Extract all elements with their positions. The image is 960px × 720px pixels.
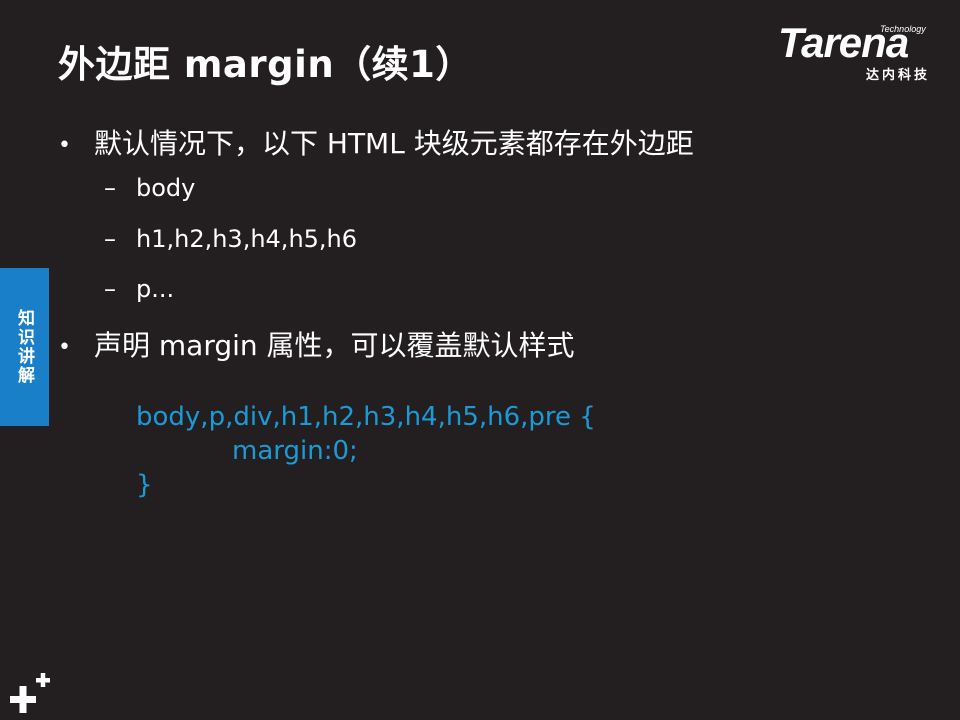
dash-icon: –	[104, 174, 116, 202]
side-tab: 知识讲解	[0, 268, 49, 426]
bullet-item: • 声明 margin 属性，可以覆盖默认样式	[58, 324, 575, 364]
tarena-logo: Technology Tarena 达内科技	[778, 18, 948, 86]
code-block: body,p,div,h1,h2,h3,h4,h5,h6,pre { margin…	[136, 400, 596, 502]
code-line: }	[136, 470, 153, 500]
code-line: body,p,div,h1,h2,h3,h4,h5,h6,pre {	[136, 402, 596, 432]
dash-icon: –	[104, 275, 116, 303]
sub-item: – h1,h2,h3,h4,h5,h6	[104, 225, 357, 253]
sub-item-text: body	[136, 174, 196, 202]
logo-wordmark: Tarena	[778, 19, 909, 66]
sub-item-text: h1,h2,h3,h4,h5,h6	[136, 225, 358, 253]
sub-item: – p...	[104, 275, 174, 303]
bullet-icon: •	[58, 132, 71, 158]
sub-item-text: p...	[136, 275, 175, 303]
logo-chinese-name: 达内科技	[866, 68, 931, 83]
bullet-item: • 默认情况下，以下 HTML 块级元素都存在外边距	[58, 122, 694, 162]
slide-title: 外边距 margin（续1）	[58, 43, 473, 86]
plus-plus-icon	[10, 673, 50, 713]
sub-item: – body	[104, 174, 195, 202]
bullet-icon: •	[58, 334, 71, 360]
dash-icon: –	[104, 225, 116, 253]
side-tab-label: 知识讲解	[14, 309, 34, 385]
bullet-text: 声明 margin 属性，可以覆盖默认样式	[94, 329, 575, 362]
bullet-text: 默认情况下，以下 HTML 块级元素都存在外边距	[94, 127, 694, 160]
code-line: margin:0;	[232, 436, 358, 466]
